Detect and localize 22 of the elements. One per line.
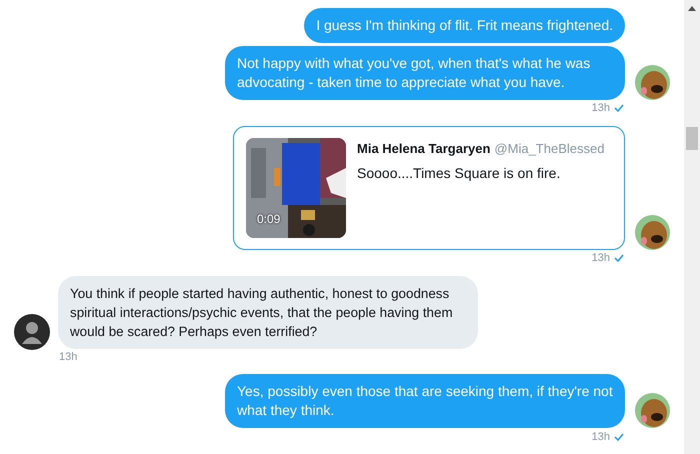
avatar[interactable] (635, 65, 670, 100)
scrollbar[interactable] (684, 0, 700, 454)
check-icon (614, 432, 624, 441)
timestamp: 13h (592, 430, 610, 443)
scrollbar-thumb[interactable] (686, 127, 698, 150)
avatar[interactable] (14, 314, 50, 350)
timestamp: 13h (592, 102, 610, 114)
timestamp: 13h (592, 252, 610, 264)
message-bubble: I guess I'm thinking of flit. Frit means frightened. (304, 8, 625, 43)
check-icon (614, 104, 624, 112)
video-duration: 0:09 (257, 212, 280, 226)
avatar[interactable] (635, 393, 670, 428)
author-name[interactable]: Mia Helena Targaryen (357, 140, 490, 158)
tweet-text: Soooo....Times Square is on fire. (357, 164, 562, 182)
check-icon (614, 254, 624, 262)
timestamp: 13h (59, 350, 78, 363)
avatar[interactable] (635, 214, 670, 250)
scroll-up-icon[interactable] (688, 6, 696, 11)
tweet-card[interactable]: 0:09 Mia Helena Targaryen @Mia_TheBlessed Soooo....Times Square is on fire. (233, 126, 625, 250)
message-bubble: You think if people started having authentic, honest to goodness spiritual interactions/psychic events, that the people having them would be scared? Perhaps even terrified? (58, 276, 478, 348)
message-bubble: Yes, possibly even those that are seeking them, if they're not what they think. (225, 374, 625, 428)
message-bubble: Not happy with what you've got, when that's what he was advocating - taken time to appreciate what you have. (225, 46, 625, 100)
